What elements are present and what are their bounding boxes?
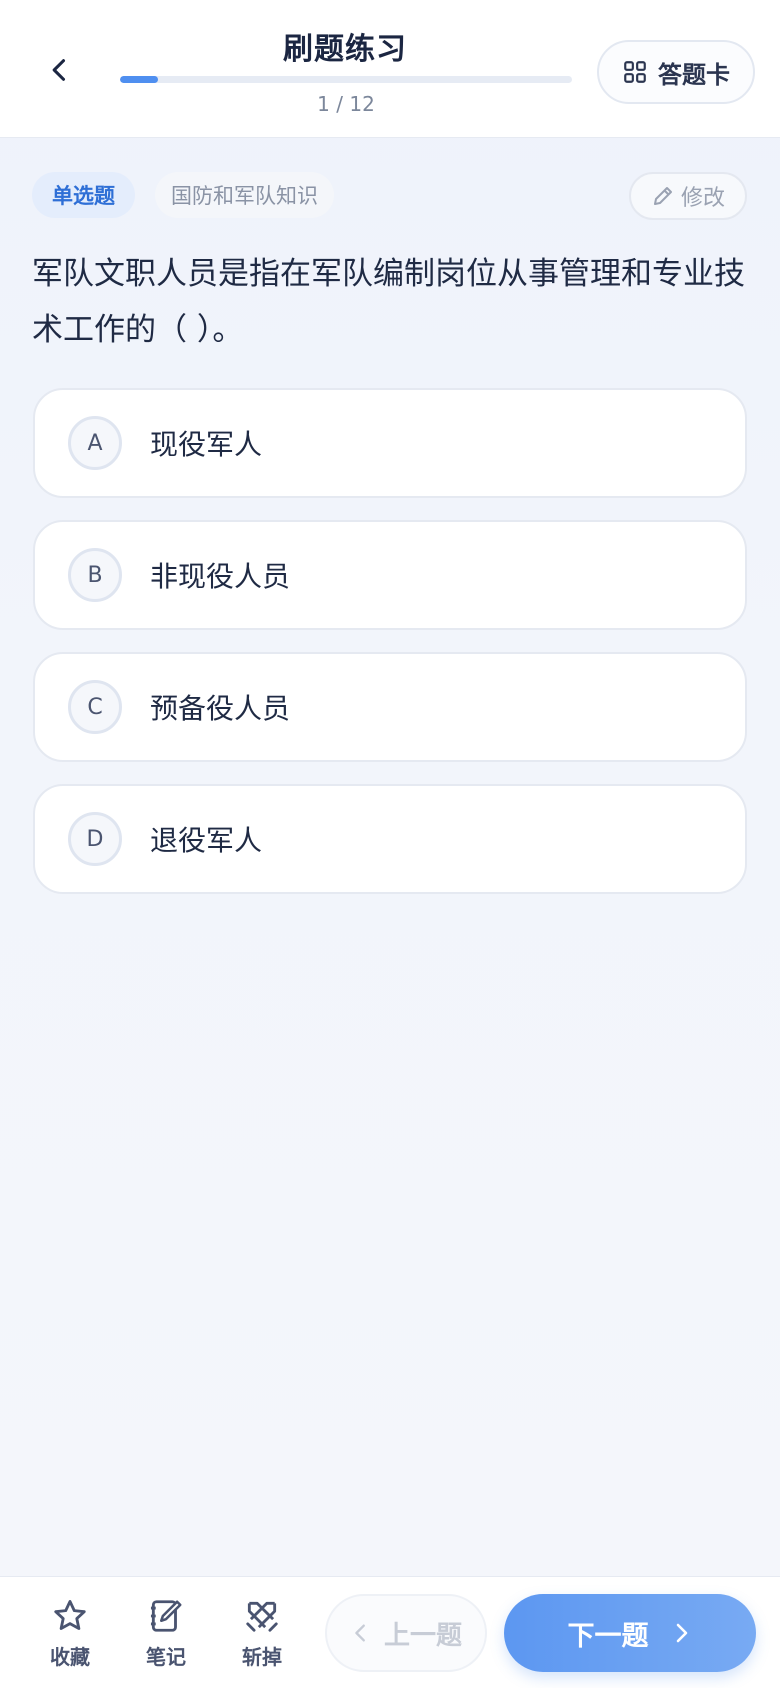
option-letter: C — [68, 680, 122, 734]
option-letter: D — [68, 812, 122, 866]
next-question-button[interactable]: 下一题 — [504, 1594, 756, 1672]
question-text: 军队文职人员是指在军队编制岗位从事管理和专业技术工作的（ ）。 — [32, 256, 745, 348]
edit-button[interactable]: 修改 — [629, 172, 747, 220]
prev-question-button[interactable]: 上一题 — [325, 1594, 487, 1672]
option-text: 退役军人 — [150, 824, 263, 857]
crossed-swords-icon — [246, 1601, 278, 1632]
progress-fill — [120, 76, 158, 83]
note-button[interactable]: 笔记 — [126, 1597, 206, 1673]
star-icon — [54, 1600, 86, 1630]
remove-button[interactable]: 斩掉 — [222, 1597, 302, 1673]
grid-icon — [624, 61, 646, 83]
option-letter: A — [68, 416, 122, 470]
option-c[interactable]: C 预备役人员 — [33, 652, 747, 762]
question-type-tag: 单选题 — [32, 172, 135, 218]
favorite-label: 收藏 — [50, 1645, 90, 1669]
option-text: 现役军人 — [150, 428, 263, 461]
answer-card-label: 答题卡 — [658, 60, 730, 89]
prev-label: 上一题 — [383, 1620, 462, 1651]
option-letter: B — [68, 548, 122, 602]
favorite-button[interactable]: 收藏 — [30, 1597, 110, 1673]
practice-page: 刷题练习 1 / 12 答题卡 单选题 国防和军队知识 修改 军队文职人员是指在… — [0, 0, 780, 1688]
bottom-bar: 收藏 笔记 斩掉 上一题 下一题 — [0, 1576, 780, 1688]
remove-label: 斩掉 — [242, 1645, 282, 1669]
chevron-left-icon — [355, 1624, 365, 1642]
header: 刷题练习 1 / 12 答题卡 — [0, 0, 780, 138]
pencil-icon — [653, 187, 672, 205]
edit-label: 修改 — [680, 186, 725, 211]
progress-bar — [120, 76, 572, 83]
notebook-icon — [150, 1600, 182, 1632]
option-b[interactable]: B 非现役人员 — [33, 520, 747, 630]
note-label: 笔记 — [146, 1645, 186, 1669]
next-label: 下一题 — [567, 1620, 649, 1652]
progress-text: 1 / 12 — [317, 92, 375, 116]
option-a[interactable]: A 现役军人 — [33, 388, 747, 498]
option-text: 非现役人员 — [150, 560, 291, 593]
option-text: 预备役人员 — [150, 692, 291, 725]
option-d[interactable]: D 退役军人 — [33, 784, 747, 894]
question-category-tag: 国防和军队知识 — [155, 172, 334, 218]
answer-card-button[interactable]: 答题卡 — [597, 40, 755, 104]
page-title: 刷题练习 — [283, 32, 407, 67]
chevron-right-icon — [676, 1623, 687, 1643]
